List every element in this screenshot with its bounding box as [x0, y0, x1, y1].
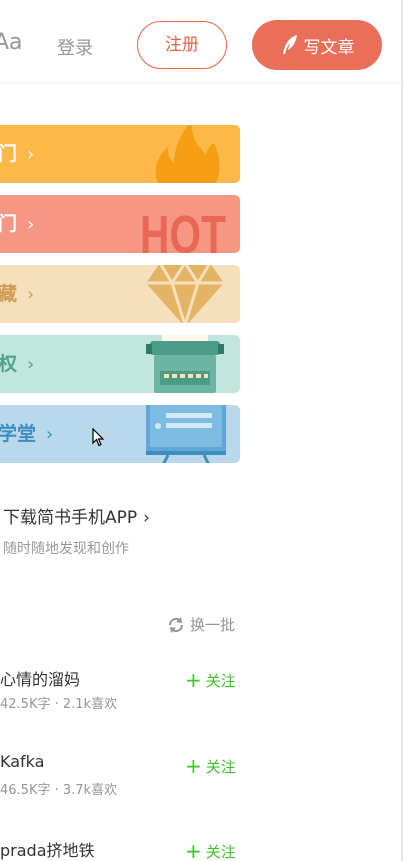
- follow-button[interactable]: + 关注: [185, 753, 236, 778]
- banner-copyright[interactable]: 权 ›: [0, 335, 240, 393]
- chevron-right-icon: ›: [143, 508, 150, 528]
- blackboard-icon: [146, 405, 226, 463]
- banner-label: 门: [0, 143, 18, 165]
- svg-text:HOT: HOT: [140, 205, 226, 253]
- mouse-cursor-icon: [92, 428, 105, 447]
- login-link[interactable]: 登录: [57, 34, 93, 60]
- author-name[interactable]: prada挤地铁: [0, 837, 95, 861]
- follow-label: 关注: [205, 672, 236, 690]
- banner-label: 权: [0, 353, 18, 375]
- banner-trending[interactable]: 门 › HOT: [0, 195, 240, 253]
- author-name[interactable]: Kafka: [0, 752, 44, 771]
- chevron-right-icon: ›: [27, 284, 35, 305]
- typewriter-icon: [146, 335, 224, 393]
- follow-button[interactable]: + 关注: [185, 838, 236, 861]
- author-meta: 42.5K字 · 2.1k喜欢: [0, 697, 118, 712]
- flame-icon: [155, 125, 220, 183]
- plus-icon: +: [185, 839, 202, 861]
- banner-hot-topics[interactable]: 门 ›: [0, 125, 240, 183]
- write-article-button[interactable]: 写文章: [252, 20, 382, 70]
- banner-label: 门: [0, 213, 18, 235]
- font-size-label: Aa: [0, 30, 23, 55]
- plus-icon: +: [185, 668, 202, 692]
- top-nav: Aa 登录 注册 写文章: [0, 0, 403, 84]
- chevron-right-icon: ›: [27, 144, 35, 165]
- banner-collections[interactable]: 藏 ›: [0, 265, 240, 323]
- refresh-authors-button[interactable]: 换一批: [166, 614, 235, 635]
- follow-label: 关注: [205, 843, 236, 861]
- app-download-title: 下载简书手机APP: [3, 508, 138, 528]
- app-download[interactable]: 下载简书手机APP › 随时随地发现和创作: [3, 503, 150, 558]
- chevron-right-icon: ›: [27, 354, 35, 375]
- refresh-icon: [168, 616, 184, 633]
- follow-label: 关注: [205, 758, 236, 776]
- author-name[interactable]: 心情的溜妈: [0, 666, 80, 690]
- author-item: prada挤地铁 + 关注: [0, 837, 245, 861]
- font-size-icon[interactable]: Aa: [0, 30, 23, 55]
- diamond-icon: [146, 265, 224, 323]
- author-item: 心情的溜妈 42.5K字 · 2.1k喜欢 + 关注: [0, 666, 245, 726]
- author-meta: 46.5K字 · 3.7k喜欢: [0, 783, 118, 798]
- plus-icon: +: [185, 754, 202, 778]
- banner-academy[interactable]: 学堂 ›: [0, 405, 240, 463]
- follow-button[interactable]: + 关注: [185, 667, 236, 692]
- write-article-label: 写文章: [303, 37, 355, 58]
- register-button[interactable]: 注册: [137, 21, 227, 69]
- chevron-right-icon: ›: [27, 214, 35, 235]
- author-item: Kafka 46.5K字 · 3.7k喜欢 + 关注: [0, 752, 245, 812]
- feather-icon: [282, 35, 297, 54]
- banner-label: 学堂: [0, 423, 37, 445]
- hot-text-icon: HOT: [140, 205, 226, 253]
- banner-label: 藏: [0, 283, 18, 305]
- refresh-label: 换一批: [190, 616, 236, 634]
- app-download-subtitle: 随时随地发现和创作: [3, 541, 129, 557]
- chevron-right-icon: ›: [46, 424, 54, 445]
